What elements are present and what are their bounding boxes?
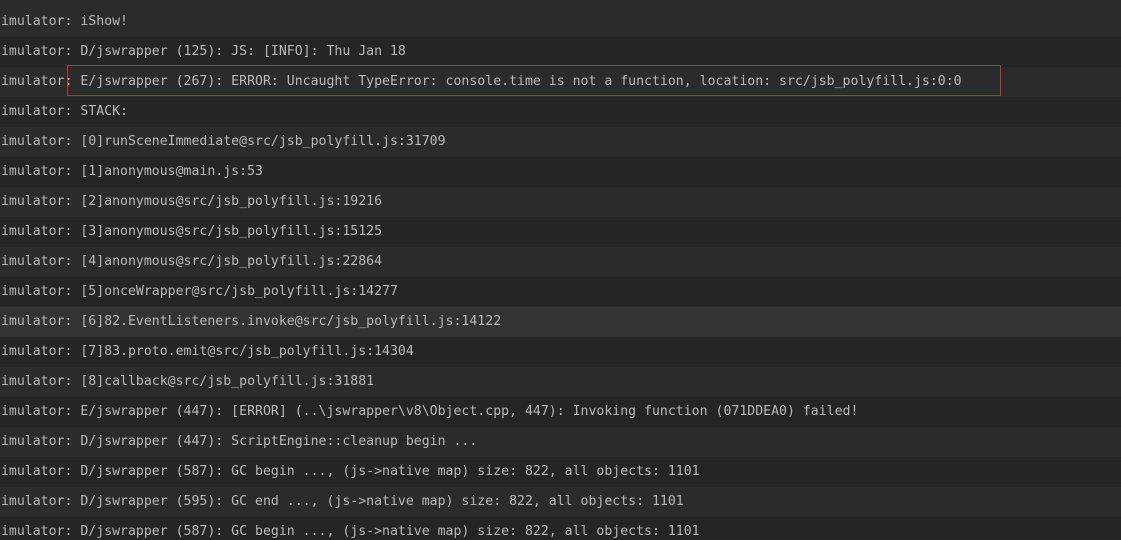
log-line[interactable]: Simulator: D/jswrapper (447): ScriptEngi… bbox=[0, 427, 1121, 457]
log-line-text: Simulator: E/jswrapper (447): [ERROR] (.… bbox=[0, 404, 859, 419]
log-line-text: Simulator: E/jswrapper (267): ERROR: Unc… bbox=[0, 74, 962, 89]
log-line-error[interactable]: Simulator: E/jswrapper (267): ERROR: Unc… bbox=[0, 67, 1121, 97]
log-line[interactable]: Simulator: [2]anonymous@src/jsb_polyfill… bbox=[0, 187, 1121, 217]
log-line[interactable]: Simulator: [3]anonymous@src/jsb_polyfill… bbox=[0, 217, 1121, 247]
log-line-text: Simulator: D/jswrapper (587): GC begin .… bbox=[0, 524, 700, 539]
log-line[interactable]: Simulator: [8]callback@src/jsb_polyfill.… bbox=[0, 367, 1121, 397]
log-line[interactable]: Simulator: D/jswrapper (587): GC begin .… bbox=[0, 517, 1121, 540]
log-line-text: Simulator: [6]82.EventListeners.invoke@s… bbox=[0, 314, 502, 329]
log-line[interactable]: Simulator: STACK: bbox=[0, 97, 1121, 127]
log-line-text: Simulator: D/jswrapper (125): JS: [INFO]… bbox=[0, 44, 406, 59]
console-output[interactable]: Simulator: iShow! Simulator: D/jswrapper… bbox=[0, 0, 1121, 540]
console-top-row-partial bbox=[0, 0, 1121, 7]
console-rows: Simulator: iShow! Simulator: D/jswrapper… bbox=[0, 7, 1121, 540]
log-line-text: Simulator: iShow! bbox=[0, 14, 128, 29]
log-line[interactable]: Simulator: [5]onceWrapper@src/jsb_polyfi… bbox=[0, 277, 1121, 307]
log-line[interactable]: Simulator: D/jswrapper (587): GC begin .… bbox=[0, 457, 1121, 487]
log-line-text: Simulator: [3]anonymous@src/jsb_polyfill… bbox=[0, 224, 383, 239]
log-line-text: Simulator: D/jswrapper (595): GC end ...… bbox=[0, 494, 684, 509]
log-line[interactable]: Simulator: [0]runSceneImmediate@src/jsb_… bbox=[0, 127, 1121, 157]
log-line[interactable]: Simulator: [7]83.proto.emit@src/jsb_poly… bbox=[0, 337, 1121, 367]
log-line-text: Simulator: [4]anonymous@src/jsb_polyfill… bbox=[0, 254, 383, 269]
log-line[interactable]: Simulator: iShow! bbox=[0, 7, 1121, 37]
log-line[interactable]: Simulator: D/jswrapper (595): GC end ...… bbox=[0, 487, 1121, 517]
log-line-text: Simulator: [7]83.proto.emit@src/jsb_poly… bbox=[0, 344, 414, 359]
log-line-text: Simulator: D/jswrapper (587): GC begin .… bbox=[0, 464, 700, 479]
log-line[interactable]: Simulator: [4]anonymous@src/jsb_polyfill… bbox=[0, 247, 1121, 277]
log-line-text: Simulator: [8]callback@src/jsb_polyfill.… bbox=[0, 374, 375, 389]
log-line[interactable]: Simulator: E/jswrapper (447): [ERROR] (.… bbox=[0, 397, 1121, 427]
log-line-text: Simulator: [5]onceWrapper@src/jsb_polyfi… bbox=[0, 284, 398, 299]
log-line-text: Simulator: [1]anonymous@main.js:53 bbox=[0, 164, 263, 179]
log-line[interactable]: Simulator: [1]anonymous@main.js:53 bbox=[0, 157, 1121, 187]
log-line-text: Simulator: D/jswrapper (447): ScriptEngi… bbox=[0, 434, 478, 449]
log-line-text: Simulator: [0]runSceneImmediate@src/jsb_… bbox=[0, 134, 446, 149]
log-line-text: Simulator: STACK: bbox=[0, 104, 128, 119]
log-line[interactable]: Simulator: D/jswrapper (125): JS: [INFO]… bbox=[0, 37, 1121, 67]
log-line-text: Simulator: [2]anonymous@src/jsb_polyfill… bbox=[0, 194, 383, 209]
log-line-hovered[interactable]: Simulator: [6]82.EventListeners.invoke@s… bbox=[0, 307, 1121, 337]
